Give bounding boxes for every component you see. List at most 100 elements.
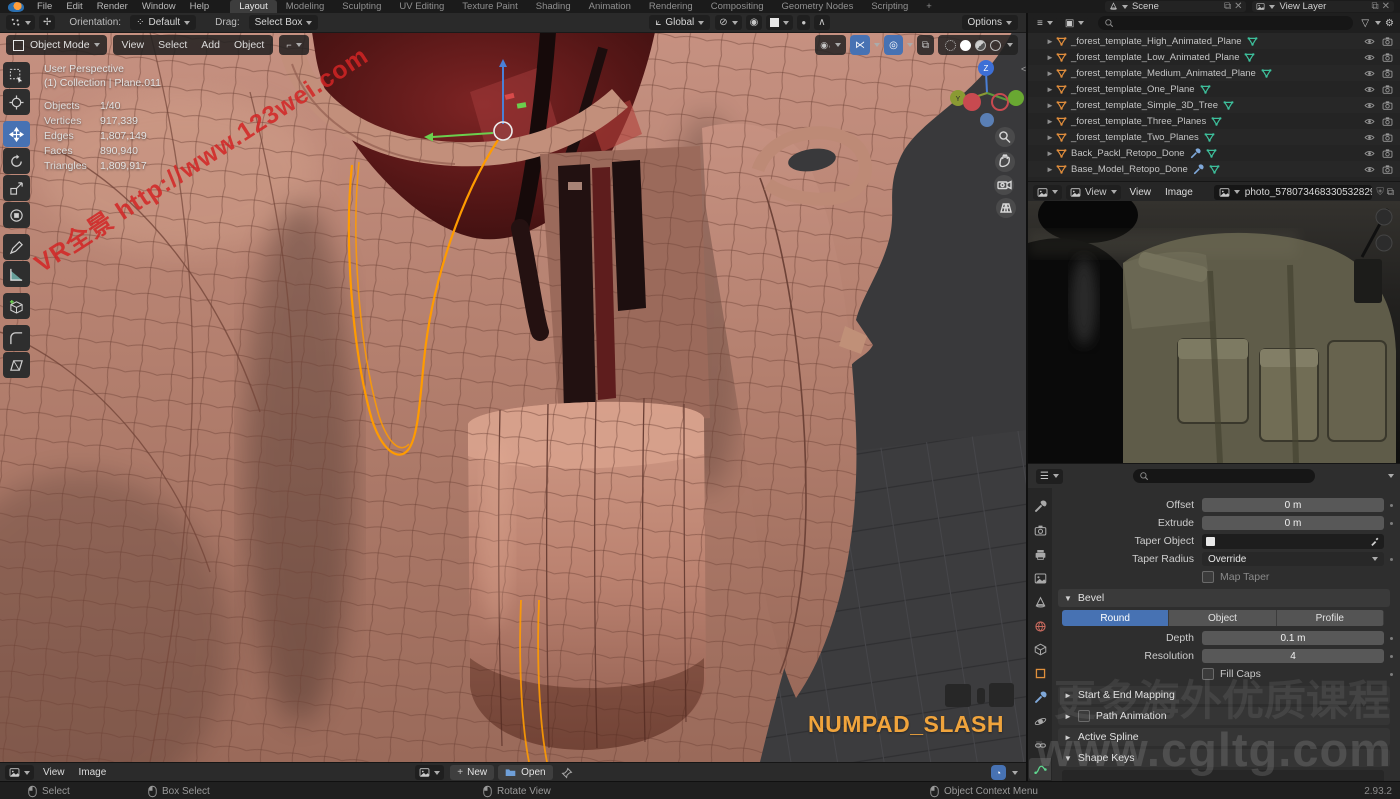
scene-selector[interactable]: Scene ⧉ ✕ xyxy=(1104,1,1247,12)
snap-toggle[interactable]: ⋉ xyxy=(850,35,871,55)
outliner-search[interactable] xyxy=(1098,16,1354,30)
select-menu[interactable]: Select xyxy=(151,39,194,51)
workspace-tab-modeling[interactable]: Modeling xyxy=(277,0,334,13)
filter-funnel-icon[interactable]: ▽ xyxy=(1361,18,1369,29)
image-editor-canvas[interactable] xyxy=(1028,201,1400,463)
outliner-item[interactable]: ► _forest_template_Two_Planes xyxy=(1028,129,1400,145)
view-menu[interactable]: View xyxy=(36,767,72,778)
expand-icon[interactable]: ► xyxy=(1044,69,1056,78)
transform-space-dropdown[interactable]: ⟀ Global xyxy=(649,15,711,30)
disable-in-render-icon[interactable] xyxy=(1382,116,1393,127)
tool-cursor[interactable] xyxy=(3,89,30,115)
expand-icon[interactable]: ► xyxy=(1044,37,1056,46)
add-menu[interactable]: Add xyxy=(194,39,227,51)
hide-in-viewport-icon[interactable] xyxy=(1364,116,1375,127)
pivot-point-icon[interactable] xyxy=(766,15,794,30)
tab-scene[interactable] xyxy=(1029,591,1051,613)
outliner-item[interactable]: ► Base_Model_Retopo_Done xyxy=(1028,161,1400,177)
offset-input[interactable]: 0 m xyxy=(1202,498,1384,512)
bevel-panel-header[interactable]: ▼ Bevel xyxy=(1058,589,1390,607)
tab-render[interactable] xyxy=(1029,520,1051,542)
outliner-options-icon[interactable]: ⚙ xyxy=(1385,18,1394,29)
properties-search[interactable] xyxy=(1133,469,1316,483)
workspace-tab-animation[interactable]: Animation xyxy=(580,0,640,13)
tab-view-layer[interactable] xyxy=(1029,567,1051,589)
workspace-tab-layout[interactable]: Layout xyxy=(230,0,277,13)
disable-in-render-icon[interactable] xyxy=(1382,132,1393,143)
active-spline-panel[interactable]: ► Active Spline xyxy=(1058,728,1390,746)
hide-in-viewport-icon[interactable] xyxy=(1364,52,1375,63)
transform-pivot-dropdown[interactable]: ⌐ xyxy=(279,35,309,55)
menu-file[interactable]: File xyxy=(30,1,59,12)
hide-in-viewport-icon[interactable] xyxy=(1364,148,1375,159)
disable-in-render-icon[interactable] xyxy=(1382,52,1393,63)
view-layer-selector[interactable]: View Layer ⧉ ✕ xyxy=(1252,1,1394,12)
disable-in-render-icon[interactable] xyxy=(1382,148,1393,159)
falloff-curve-icon[interactable]: ∧ xyxy=(814,15,830,30)
view-menu[interactable]: View xyxy=(115,39,152,51)
pin-icon[interactable] xyxy=(561,767,573,779)
taper-radius-dropdown[interactable]: Override xyxy=(1202,552,1384,566)
menu-help[interactable]: Help xyxy=(183,1,217,12)
image-datablock-selector[interactable]: photo_5780734683305328291_x.jpg xyxy=(1213,184,1373,200)
mode-dropdown[interactable]: Object Mode xyxy=(6,35,107,55)
display-channels-dropdown[interactable]: View xyxy=(1066,184,1121,200)
workspace-tab-geometry-nodes[interactable]: Geometry Nodes xyxy=(773,0,863,13)
expand-icon[interactable]: ► xyxy=(1044,85,1056,94)
tool-move[interactable] xyxy=(3,121,30,147)
bevel-round-tab[interactable]: Round xyxy=(1062,610,1170,626)
overlays-toggle[interactable]: ⧉ xyxy=(916,35,934,55)
3d-viewport[interactable]: Z Y < Object Mode View Select Add Object… xyxy=(0,32,1026,762)
depth-input[interactable]: 0.1 m xyxy=(1202,631,1384,645)
expand-icon[interactable]: ► xyxy=(1044,101,1056,110)
copy-datablock-icon[interactable]: ⧉ xyxy=(1387,187,1394,198)
delete-layer-icon[interactable]: ✕ xyxy=(1382,1,1390,12)
image-zoom-in-button[interactable] xyxy=(1375,208,1393,226)
bevel-object-tab[interactable]: Object xyxy=(1169,610,1277,626)
editor-divider[interactable] xyxy=(1026,13,1028,781)
tab-tool[interactable] xyxy=(1029,496,1051,518)
path-animation-checkbox[interactable] xyxy=(1077,710,1090,722)
outliner-filter-collection-icon[interactable]: ▣ xyxy=(1060,15,1089,31)
annotation-tool-button[interactable]: ◔ xyxy=(990,765,1006,780)
hide-in-viewport-icon[interactable] xyxy=(1364,132,1375,143)
tool-rotate[interactable] xyxy=(3,148,30,174)
fill-caps-checkbox[interactable] xyxy=(1202,668,1214,680)
eyedropper-icon[interactable] xyxy=(1370,536,1380,546)
resolution-input[interactable]: 4 xyxy=(1202,649,1384,663)
blender-logo-icon[interactable] xyxy=(8,1,24,12)
new-scene-icon[interactable]: ⧉ xyxy=(1224,1,1231,12)
extrude-input[interactable]: 0 m xyxy=(1202,516,1384,530)
hide-in-viewport-icon[interactable] xyxy=(1364,68,1375,79)
image-image-menu[interactable]: Image xyxy=(1158,187,1200,198)
expand-icon[interactable]: ► xyxy=(1044,117,1056,126)
outliner-item[interactable]: ► _forest_template_High_Animated_Plane xyxy=(1028,33,1400,49)
outliner-item[interactable]: ► _forest_template_Simple_3D_Tree xyxy=(1028,97,1400,113)
workspace-tab-rendering[interactable]: Rendering xyxy=(640,0,702,13)
outliner-item[interactable]: ► _forest_template_Three_Planes xyxy=(1028,113,1400,129)
path-animation-panel[interactable]: ► Path Animation xyxy=(1058,707,1390,725)
workspace-tab-scripting[interactable]: Scripting xyxy=(862,0,917,13)
outliner-item[interactable]: ► _forest_template_One_Plane xyxy=(1028,81,1400,97)
outliner-item[interactable]: ► Back_Packl_Retopo_Done xyxy=(1028,145,1400,161)
properties-options-icon[interactable] xyxy=(1388,474,1394,478)
workspace-tab-uv-editing[interactable]: UV Editing xyxy=(390,0,453,13)
outliner-item[interactable]: ► _forest_template_Low_Animated_Plane xyxy=(1028,49,1400,65)
new-layer-icon[interactable]: ⧉ xyxy=(1371,1,1378,12)
proportional-editing-toggle[interactable]: ◎ xyxy=(884,35,903,55)
disable-in-render-icon[interactable] xyxy=(1382,84,1393,95)
snap-settings-icon[interactable]: ⊘ xyxy=(715,15,742,30)
tab-constraints[interactable] xyxy=(1029,734,1051,756)
new-image-button[interactable]: + New xyxy=(450,765,495,780)
hide-in-viewport-icon[interactable] xyxy=(1364,84,1375,95)
image-view-menu[interactable]: View xyxy=(1123,187,1159,198)
drag-dropdown[interactable]: Select Box xyxy=(248,15,319,30)
shape-keys-panel[interactable]: ▼ Shape Keys xyxy=(1058,749,1390,767)
workspace-tab-compositing[interactable]: Compositing xyxy=(702,0,773,13)
editor-type-dropdown[interactable] xyxy=(5,765,34,780)
object-menu[interactable]: Object xyxy=(227,39,271,51)
rendered-shading-icon[interactable] xyxy=(990,39,1001,51)
workspace-tab-sculpting[interactable]: Sculpting xyxy=(333,0,390,13)
tool-transform[interactable] xyxy=(3,202,30,228)
disable-in-render-icon[interactable] xyxy=(1382,100,1393,111)
